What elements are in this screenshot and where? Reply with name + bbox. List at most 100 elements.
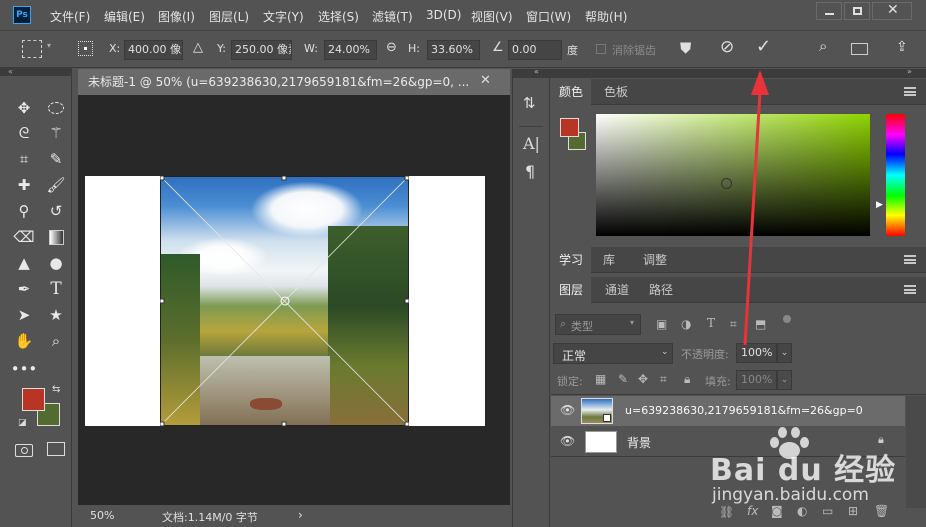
color-field[interactable]: [596, 114, 870, 236]
dodge-tool-icon[interactable]: ●: [44, 251, 68, 275]
status-menu-arrow-icon[interactable]: ›: [298, 508, 303, 522]
warp-icon[interactable]: ⛊: [680, 39, 691, 57]
learn-panel-menu-icon[interactable]: [904, 255, 916, 264]
opacity-arrow-icon[interactable]: ⌄: [777, 343, 792, 363]
menu-filter[interactable]: 滤镜(T): [372, 8, 413, 25]
close-window-button[interactable]: ✕: [872, 2, 912, 20]
canvas-area[interactable]: [78, 95, 510, 505]
document-tab[interactable]: 未标题-1 @ 50% (u=639238630,2179659181&fm=2…: [78, 69, 510, 95]
hand-tool-icon[interactable]: ✋: [12, 329, 36, 353]
filter-toggle[interactable]: [783, 315, 791, 323]
menu-view[interactable]: 视图(V): [471, 8, 513, 25]
layer-name[interactable]: 背景: [627, 434, 651, 451]
screen-mode-icon[interactable]: [47, 442, 65, 456]
layer-style-icon[interactable]: fx: [747, 504, 758, 518]
menu-3d[interactable]: 3D(D): [426, 8, 461, 22]
tab-learn[interactable]: 学习: [551, 247, 592, 273]
commit-transform-icon[interactable]: ✓: [756, 36, 771, 57]
marquee-tool-icon[interactable]: [44, 96, 68, 120]
tab-swatches[interactable]: 色板: [596, 79, 636, 105]
new-adjustment-icon[interactable]: ◐: [797, 504, 807, 518]
placed-image[interactable]: [160, 176, 409, 426]
quick-mask-icon[interactable]: [15, 444, 33, 457]
x-input[interactable]: 400.00 像素: [124, 40, 183, 60]
angle-input[interactable]: 0.00: [508, 40, 562, 60]
link-layers-icon[interactable]: ⛓: [719, 505, 734, 519]
healing-brush-tool-icon[interactable]: ✚: [12, 173, 36, 197]
share-icon[interactable]: ⇪: [896, 39, 908, 55]
cancel-transform-icon[interactable]: ⊘: [720, 37, 734, 57]
menu-file[interactable]: 文件(F): [50, 8, 90, 25]
menu-help[interactable]: 帮助(H): [585, 8, 627, 25]
magic-wand-tool-icon[interactable]: ⚚: [44, 121, 68, 145]
toolbar-collapse-icon[interactable]: «: [0, 68, 72, 76]
filter-shape-icon[interactable]: ⌗: [730, 317, 737, 332]
lock-image-icon[interactable]: ✎: [618, 372, 628, 386]
workspace-icon[interactable]: [851, 43, 868, 55]
lock-transparent-icon[interactable]: ▦: [595, 372, 606, 386]
gradient-tool-icon[interactable]: [44, 225, 68, 249]
collapse-dock-icon[interactable]: «: [534, 67, 539, 76]
search-icon[interactable]: ⌕: [819, 37, 827, 55]
fill-input[interactable]: 100%: [736, 370, 777, 390]
clone-stamp-tool-icon[interactable]: ⚲: [12, 199, 36, 223]
type-tool-icon[interactable]: T: [44, 277, 68, 301]
eyedropper-tool-icon[interactable]: ✎: [44, 147, 68, 171]
new-layer-icon[interactable]: ⊞: [848, 504, 858, 518]
filter-adjustment-icon[interactable]: ◑: [681, 317, 691, 331]
filter-type-icon[interactable]: T: [707, 316, 715, 330]
opacity-input[interactable]: 100%: [736, 343, 777, 363]
zoom-tool-icon[interactable]: ⌕: [44, 329, 68, 353]
lock-position-icon[interactable]: ✥: [638, 372, 648, 386]
tab-paths[interactable]: 路径: [641, 277, 681, 303]
menu-edit[interactable]: 编辑(E): [104, 8, 145, 25]
delta-icon[interactable]: △: [193, 40, 203, 55]
w-input[interactable]: 24.00%: [324, 40, 377, 60]
menu-type[interactable]: 文字(Y): [263, 8, 304, 25]
zoom-level[interactable]: 50%: [90, 509, 114, 522]
menu-select[interactable]: 选择(S): [318, 8, 359, 25]
hue-slider-handle-icon[interactable]: ▶: [876, 200, 883, 210]
tab-libraries[interactable]: 库: [595, 247, 623, 273]
path-selection-tool-icon[interactable]: ➤: [12, 303, 36, 327]
tab-color[interactable]: 颜色: [551, 79, 592, 105]
color-panel-menu-icon[interactable]: [904, 87, 916, 96]
delete-layer-icon[interactable]: 🗑︎: [874, 504, 889, 518]
h-input[interactable]: 33.60%: [427, 40, 480, 60]
add-mask-icon[interactable]: ◙: [771, 504, 783, 518]
blend-mode-select[interactable]: 正常 ⌄: [553, 343, 673, 364]
lock-artboard-icon[interactable]: ⌗: [660, 372, 667, 387]
foreground-color-swatch-top[interactable]: [22, 388, 45, 411]
lock-all-icon[interactable]: 🔒︎: [684, 372, 690, 387]
transform-tool-icon[interactable]: [22, 40, 42, 58]
link-icon[interactable]: ⊖: [386, 40, 397, 55]
tool-preset-arrow-icon[interactable]: ▾: [47, 41, 51, 50]
antialias-checkbox[interactable]: [596, 44, 606, 54]
expand-dock-icon[interactable]: »: [907, 67, 912, 76]
visibility-eye-icon[interactable]: 👁︎: [560, 403, 575, 417]
filter-pixel-icon[interactable]: ▣: [656, 317, 667, 331]
pen-tool-icon[interactable]: ✒: [12, 277, 36, 301]
menu-image[interactable]: 图像(I): [158, 8, 195, 25]
swap-colors-icon[interactable]: ⇆: [52, 384, 60, 395]
layer-name[interactable]: u=639238630,2179659181&fm=26&gp=0: [625, 404, 863, 417]
menu-layer[interactable]: 图层(L): [209, 8, 249, 25]
visibility-eye-icon[interactable]: 👁︎: [560, 434, 575, 448]
hue-slider[interactable]: [886, 114, 905, 236]
shape-tool-icon[interactable]: ★: [44, 303, 68, 327]
layer-row[interactable]: 👁︎ u=639238630,2179659181&fm=26&gp=0: [551, 396, 905, 426]
lasso-tool-icon[interactable]: ᘓ: [12, 121, 36, 145]
color-picker-cursor[interactable]: [721, 178, 732, 189]
eraser-tool-icon[interactable]: ⌫: [12, 225, 36, 249]
history-panel-icon[interactable]: ⇅: [523, 94, 536, 112]
close-document-icon[interactable]: ✕: [480, 73, 491, 88]
more-tools-icon[interactable]: •••: [11, 357, 38, 381]
layers-panel-menu-icon[interactable]: [904, 285, 916, 294]
layers-scrollbar[interactable]: [906, 396, 926, 508]
foreground-color-chip[interactable]: [560, 118, 579, 137]
history-brush-tool-icon[interactable]: ↺: [44, 199, 68, 223]
layer-row[interactable]: 👁︎ 背景 🔒︎: [551, 427, 905, 457]
new-group-icon[interactable]: ▭: [822, 504, 833, 518]
character-panel-icon[interactable]: A|: [523, 134, 540, 153]
fill-arrow-icon[interactable]: ⌄: [777, 370, 792, 390]
